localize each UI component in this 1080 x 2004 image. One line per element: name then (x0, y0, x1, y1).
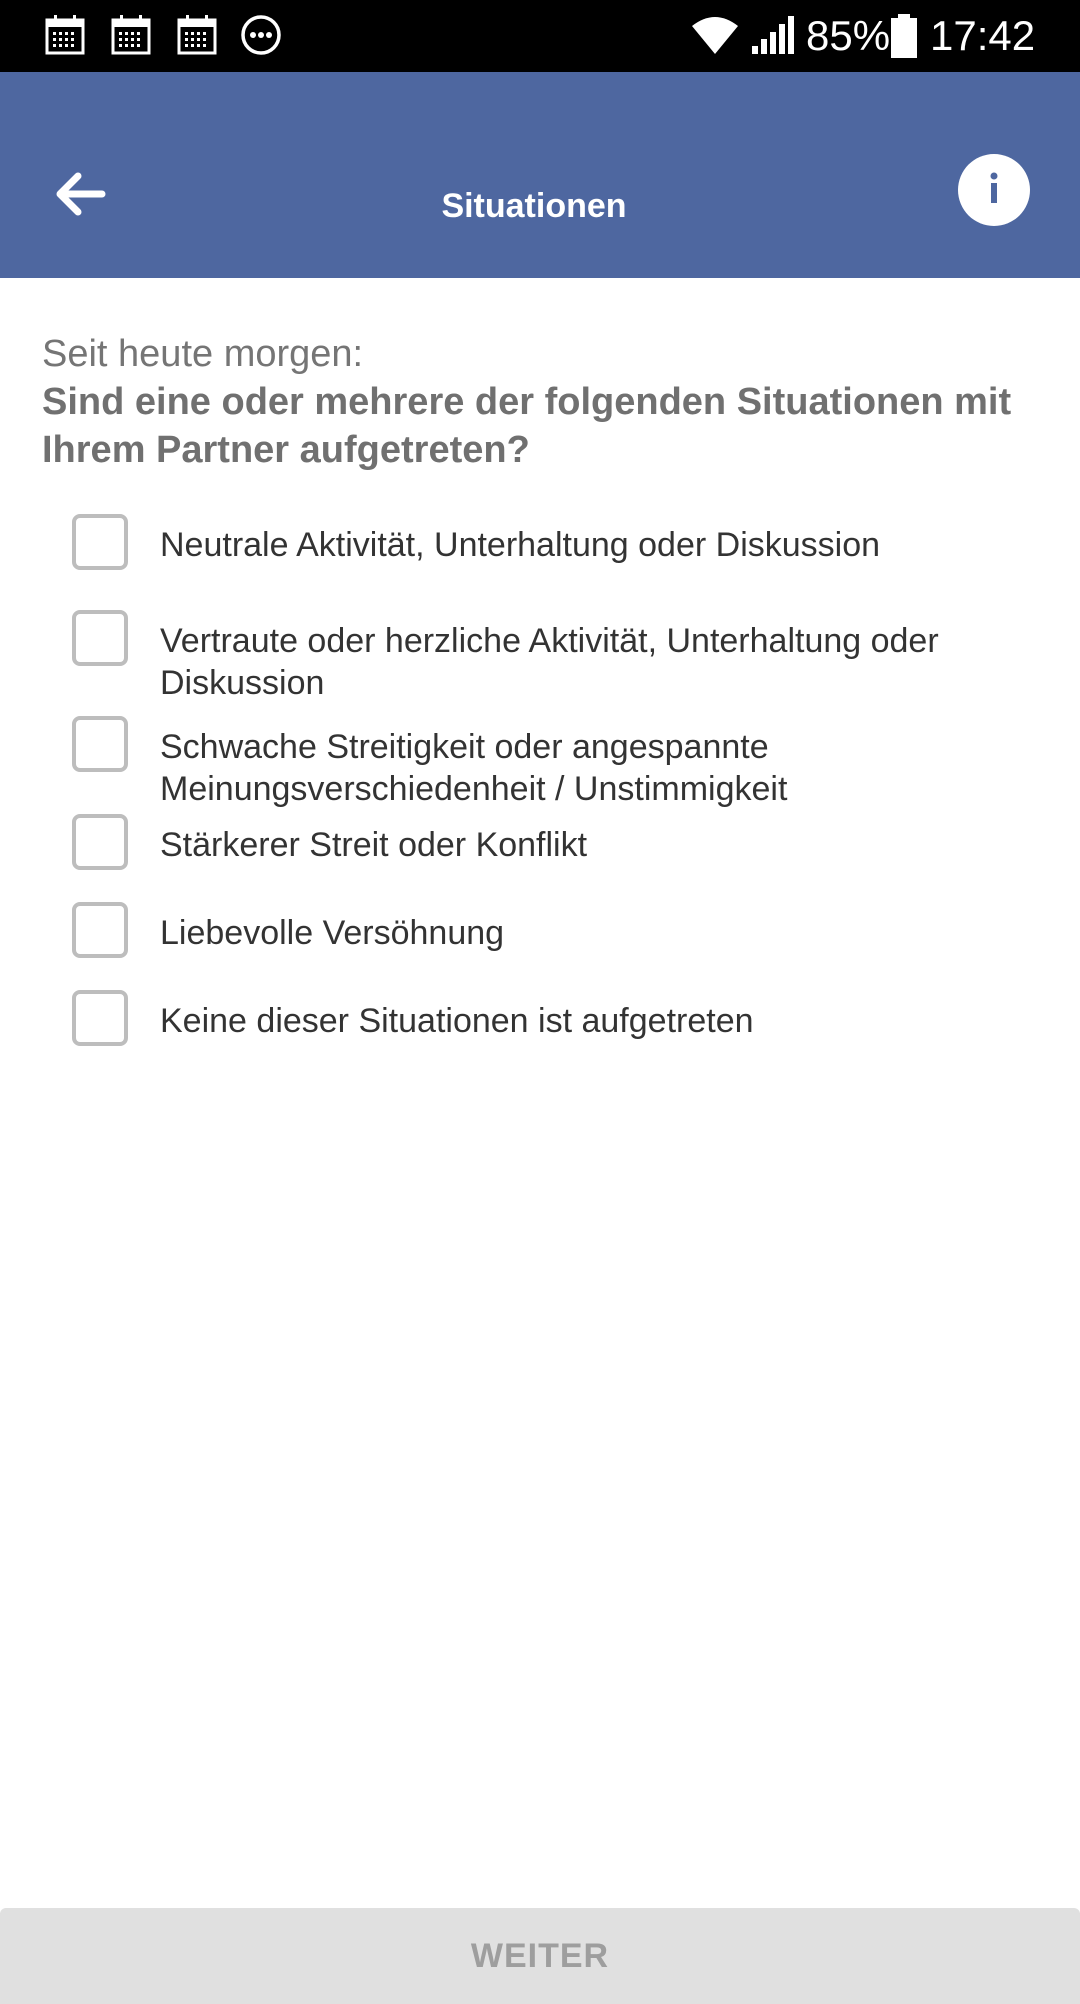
option-label: Stärkerer Streit oder Konflikt (160, 826, 588, 864)
signal-icon (750, 14, 796, 56)
wifi-icon (690, 14, 740, 56)
calendar-icon (110, 14, 152, 56)
app-bar: Situationen (0, 72, 1080, 278)
question-text: Sind eine oder mehrere der folgenden Sit… (42, 381, 1012, 471)
more-dots-icon (240, 14, 282, 56)
info-button[interactable] (958, 154, 1030, 226)
option-label: Neutrale Aktivität, Unterhaltung oder Di… (160, 526, 881, 564)
checkbox[interactable] (72, 814, 128, 870)
status-time: 17:42 (930, 12, 1036, 59)
option-label: Keine dieser Situationen ist aufgetreten (160, 1002, 754, 1040)
question-prefix: Seit heute morgen: (42, 333, 364, 375)
checkbox[interactable] (72, 514, 128, 570)
info-icon (979, 170, 1009, 211)
option-label: Schwache Streitigkeit oder angespannte M… (160, 728, 788, 808)
checkbox[interactable] (72, 610, 128, 666)
calendar-icon (44, 14, 86, 56)
checkbox[interactable] (72, 902, 128, 958)
question: Seit heute morgen: Sind eine oder mehrer… (42, 330, 1042, 474)
screen: 85% 17:42 Situationen Seit heute morgen:… (0, 0, 1080, 2004)
status-bar: 85% 17:42 (0, 0, 1080, 72)
checkbox[interactable] (72, 990, 128, 1046)
checkbox[interactable] (72, 716, 128, 772)
battery-icon (890, 14, 918, 58)
calendar-icon (176, 14, 218, 56)
option-label: Liebevolle Versöhnung (160, 914, 505, 952)
next-button[interactable]: WEITER (0, 1908, 1080, 2004)
option-label: Vertraute oder herzliche Aktivität, Unte… (160, 622, 939, 702)
page-title: Situationen (441, 187, 627, 225)
battery-percent: 85% (806, 12, 891, 59)
